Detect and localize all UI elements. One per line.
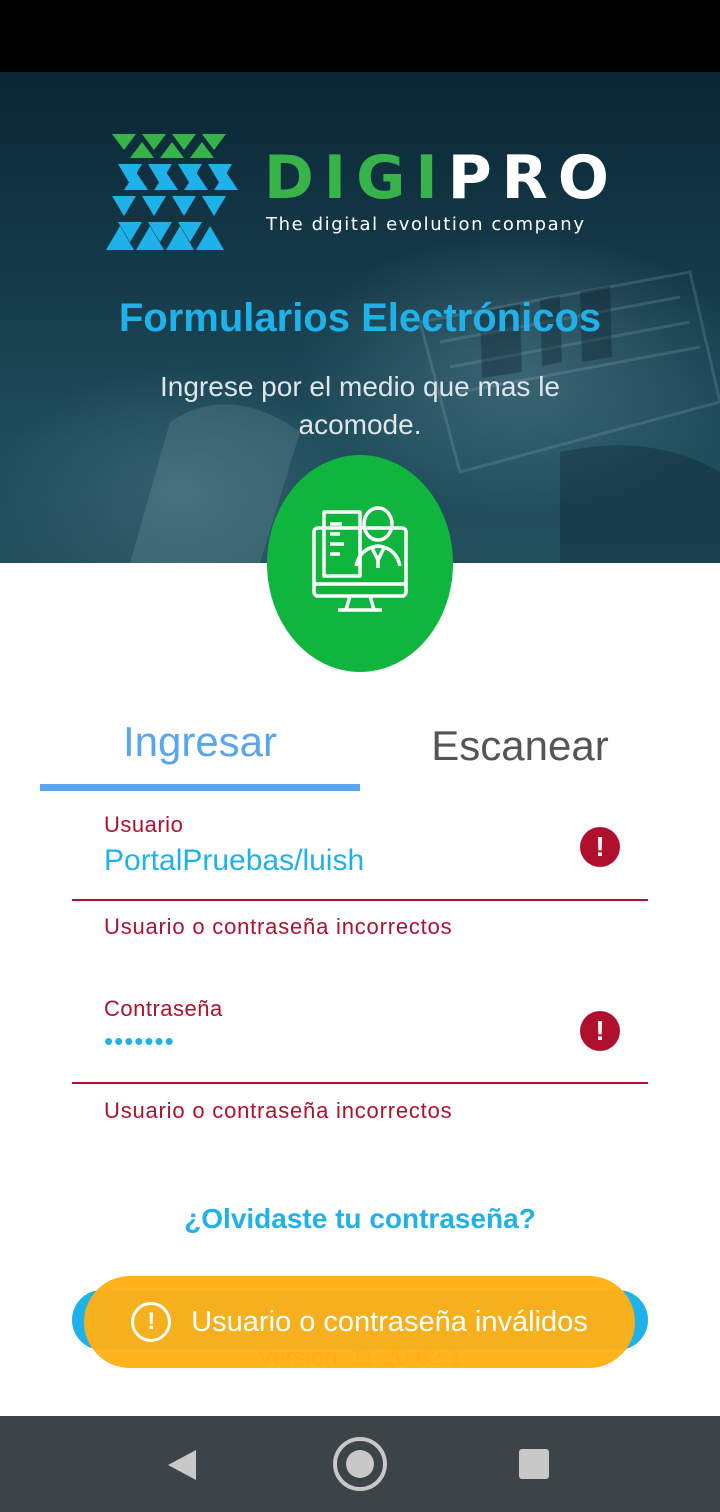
user-field-underline xyxy=(72,899,648,901)
brand-name: DIGIPRO xyxy=(264,143,619,213)
password-field-underline xyxy=(72,1082,648,1084)
forgot-password-link[interactable]: ¿Olvidaste tu contraseña? xyxy=(0,1203,720,1235)
user-computer-icon xyxy=(312,505,408,612)
back-icon[interactable] xyxy=(166,1448,198,1482)
user-error-icon: ! xyxy=(580,827,620,867)
tab-login[interactable]: Ingresar xyxy=(40,712,360,772)
error-toast: ! Usuario o contraseña inválidos xyxy=(84,1276,635,1368)
avatar xyxy=(267,455,453,672)
password-error-message: Usuario o contraseña incorrectos xyxy=(104,1098,453,1123)
user-error-message: Usuario o contraseña incorrectos xyxy=(104,914,453,939)
brand-tagline: The digital evolution company xyxy=(266,214,586,235)
user-field-label: Usuario xyxy=(104,812,184,837)
recent-apps-icon[interactable] xyxy=(519,1449,549,1479)
tab-indicator xyxy=(40,784,360,791)
brand-name-digi: DIGI xyxy=(264,143,448,213)
toast-message: Usuario o contraseña inválidos xyxy=(191,1305,588,1338)
password-input[interactable]: ••••••• xyxy=(104,1026,175,1057)
page-subtitle: Ingrese por el medio que mas le acomode. xyxy=(160,371,560,440)
password-field-label: Contraseña xyxy=(104,996,223,1021)
home-icon[interactable] xyxy=(332,1436,388,1492)
status-bar xyxy=(0,0,720,72)
page-title: Formularios Electrónicos xyxy=(118,296,602,340)
password-error-icon: ! xyxy=(580,1011,620,1051)
warning-icon: ! xyxy=(131,1302,172,1342)
tab-scan[interactable]: Escanear xyxy=(360,716,680,776)
user-input[interactable]: PortalPruebas/luish xyxy=(104,844,364,878)
brand-name-pro: PRO xyxy=(447,143,619,213)
